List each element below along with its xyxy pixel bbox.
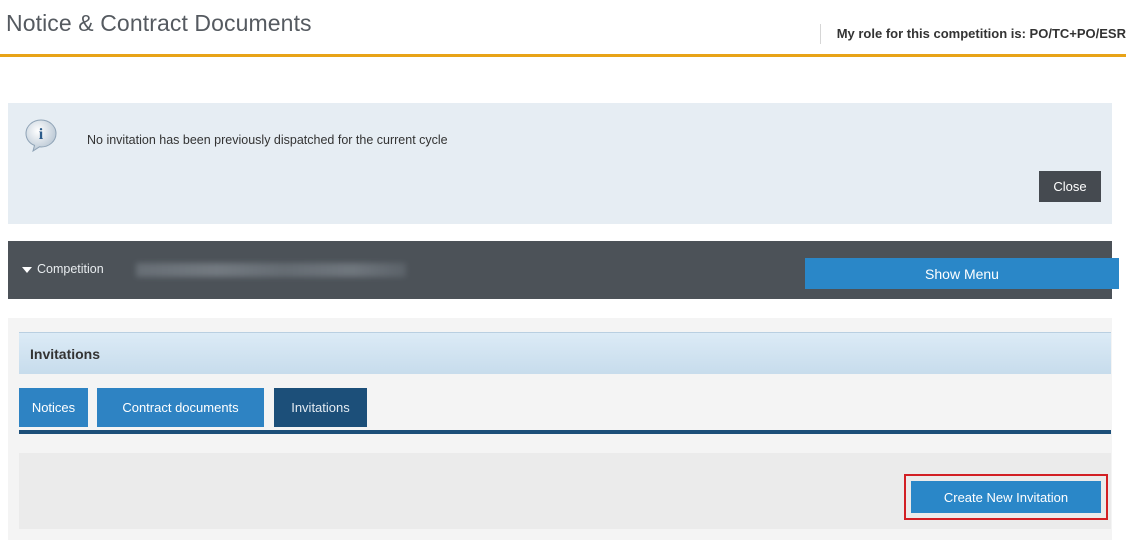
action-row: Create New Invitation xyxy=(19,453,1111,529)
page-title: Notice & Contract Documents xyxy=(6,10,312,36)
competition-label: Competition xyxy=(37,262,104,276)
competition-bar[interactable]: Competition Show Menu xyxy=(8,241,1119,299)
role-text: My role for this competition is: PO/TC+P… xyxy=(836,26,1126,41)
create-new-invitation-button[interactable]: Create New Invitation xyxy=(911,481,1101,513)
svg-text:i: i xyxy=(39,126,44,143)
redacted-competition-name xyxy=(136,263,406,277)
info-icon: i xyxy=(25,119,57,152)
close-button[interactable]: Close xyxy=(1039,171,1101,202)
panel-title: Invitations xyxy=(30,346,101,362)
highlight-outline: Create New Invitation xyxy=(904,474,1108,520)
tab-contract-documents[interactable]: Contract documents xyxy=(97,388,264,427)
info-message-box: i No invitation has been previously disp… xyxy=(8,103,1112,224)
tab-bar: Notices Contract documents Invitations xyxy=(19,388,1111,434)
tab-invitations[interactable]: Invitations xyxy=(274,388,367,427)
show-menu-button[interactable]: Show Menu xyxy=(805,258,1119,289)
tab-notices[interactable]: Notices xyxy=(19,388,88,427)
page-header: Notice & Contract Documents My role for … xyxy=(0,0,1126,57)
info-message: No invitation has been previously dispat… xyxy=(87,133,448,147)
invitations-panel: Invitations Notices Contract documents I… xyxy=(8,318,1112,540)
caret-down-icon[interactable] xyxy=(22,265,32,275)
panel-title-bar: Invitations xyxy=(19,332,1111,374)
role-indicator: My role for this competition is: PO/TC+P… xyxy=(819,24,1126,44)
